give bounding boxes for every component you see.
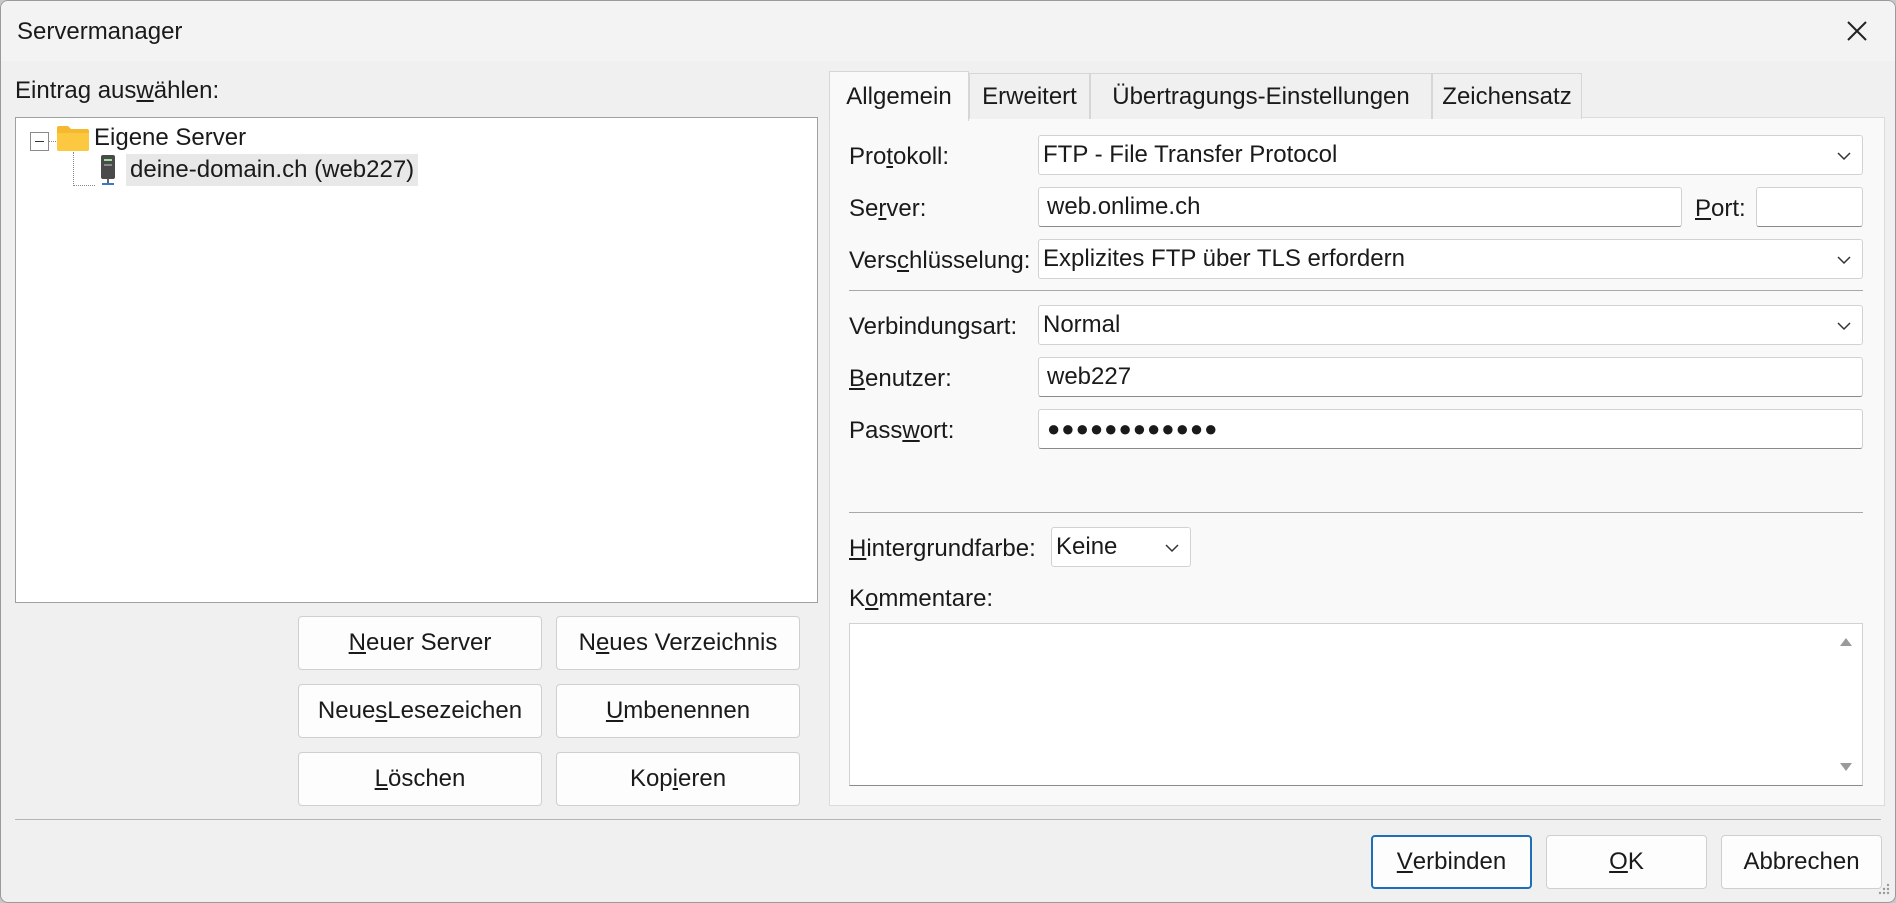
user-label: Benutzer: bbox=[849, 365, 952, 392]
tree-connector bbox=[73, 152, 74, 186]
new-server-button[interactable]: Neuer Server bbox=[298, 616, 542, 670]
comments-textarea[interactable] bbox=[849, 623, 1863, 786]
logon-type-value: Normal bbox=[1043, 311, 1121, 338]
folder-icon bbox=[57, 126, 89, 151]
tree-connector bbox=[73, 185, 95, 186]
cancel-button[interactable]: Abbrechen bbox=[1721, 835, 1882, 889]
tab-general[interactable]: Allgemein bbox=[829, 71, 969, 121]
select-entry-label: Eintrag auswählen: bbox=[15, 77, 220, 104]
new-bookmark-button[interactable]: Neue s Lesezeichen bbox=[298, 684, 542, 738]
port-input[interactable] bbox=[1756, 187, 1863, 227]
chevron-down-icon bbox=[1837, 256, 1851, 265]
encryption-label: Verschlüsselung: bbox=[849, 247, 1031, 274]
server-input[interactable]: web.onlime.ch bbox=[1038, 187, 1682, 227]
connect-button[interactable]: Verbinden bbox=[1371, 835, 1532, 889]
tab-charset[interactable]: Zeichensatz bbox=[1432, 73, 1582, 119]
separator bbox=[849, 290, 1863, 291]
encryption-value: Explizites FTP über TLS erfordern bbox=[1043, 245, 1405, 272]
delete-button[interactable]: Löschen bbox=[298, 752, 542, 806]
resize-grip-icon[interactable] bbox=[1875, 882, 1891, 898]
logon-type-select[interactable]: Normal bbox=[1038, 305, 1863, 345]
collapse-toggle[interactable] bbox=[30, 132, 49, 151]
copy-button[interactable]: Kop i eren bbox=[556, 752, 800, 806]
scroll-up-arrow[interactable] bbox=[1840, 638, 1852, 646]
new-folder-button[interactable]: Ne ues Verzeichnis bbox=[556, 616, 800, 670]
title-bar: Servermanager bbox=[1, 1, 1895, 61]
server-manager-window: Servermanager Eintrag auswählen: Eigene … bbox=[0, 0, 1896, 903]
server-icon bbox=[101, 155, 115, 185]
user-input[interactable]: web227 bbox=[1038, 357, 1863, 397]
separator bbox=[849, 512, 1863, 513]
protocol-value: FTP - File Transfer Protocol bbox=[1043, 141, 1338, 168]
window-title: Servermanager bbox=[17, 18, 183, 45]
logon-type-label: Verbindungsart: bbox=[849, 313, 1018, 340]
tab-advanced[interactable]: Erweitert bbox=[969, 73, 1090, 119]
chevron-down-icon bbox=[1165, 544, 1179, 553]
tree-root-label[interactable]: Eigene Server bbox=[94, 124, 246, 152]
tab-transfer-settings[interactable]: Übertragungs-Einstellungen bbox=[1090, 73, 1432, 119]
tree-item-server[interactable]: deine-domain.ch (web227) bbox=[126, 154, 419, 186]
rename-button[interactable]: Umbenennen bbox=[556, 684, 800, 738]
server-label: Server: bbox=[849, 195, 927, 222]
close-button[interactable] bbox=[1819, 1, 1895, 61]
password-label: Passwort: bbox=[849, 417, 955, 444]
comments-label: Kommentare: bbox=[849, 585, 994, 612]
footer-separator bbox=[15, 819, 1881, 820]
server-tree[interactable]: Eigene Server deine-domain.ch (web227) bbox=[15, 117, 818, 603]
chevron-down-icon bbox=[1837, 322, 1851, 331]
ok-button[interactable]: OK bbox=[1546, 835, 1707, 889]
password-input[interactable]: ●●●●●●●●●●●● bbox=[1038, 409, 1863, 449]
close-icon bbox=[1847, 21, 1867, 41]
encryption-select[interactable]: Explizites FTP über TLS erfordern bbox=[1038, 239, 1863, 279]
background-color-select[interactable]: Keine bbox=[1051, 527, 1191, 567]
scroll-down-arrow[interactable] bbox=[1840, 763, 1852, 771]
protocol-label: Protokoll: bbox=[849, 143, 950, 170]
port-label: Port: bbox=[1695, 195, 1746, 222]
background-color-label: Hintergrundfarbe: bbox=[849, 535, 1036, 562]
chevron-down-icon bbox=[1837, 152, 1851, 161]
protocol-select[interactable]: FTP - File Transfer Protocol bbox=[1038, 135, 1863, 175]
background-color-value: Keine bbox=[1056, 533, 1118, 560]
